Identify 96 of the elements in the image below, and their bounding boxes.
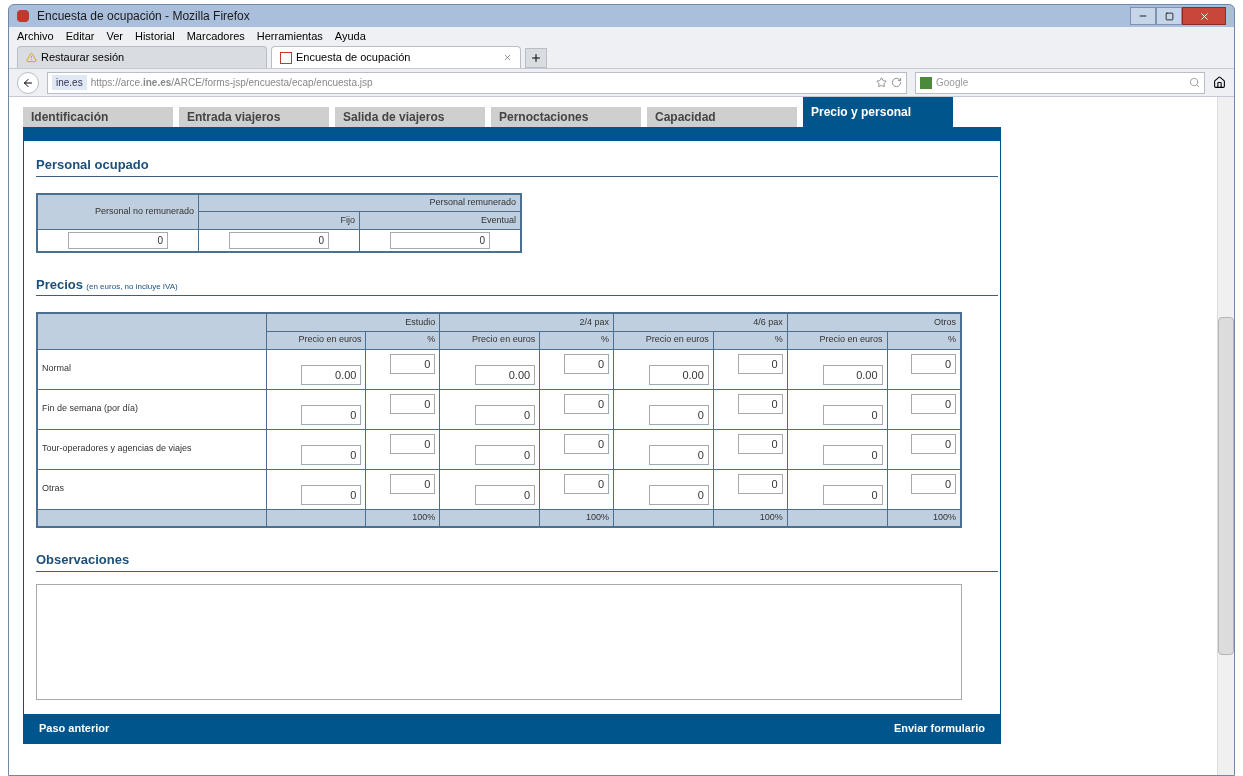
number-field[interactable]: 0: [911, 433, 956, 454]
number-field[interactable]: 0: [564, 353, 610, 374]
menu-item[interactable]: Ver: [106, 27, 123, 45]
column-header: Precio en euros: [439, 331, 540, 349]
number-field[interactable]: 0: [475, 404, 536, 425]
column-header: %: [539, 331, 614, 349]
number-field[interactable]: 0.00: [301, 364, 362, 385]
number-field[interactable]: 0: [911, 393, 956, 414]
number-field[interactable]: 0: [737, 393, 783, 414]
reload-icon[interactable]: [891, 77, 902, 88]
number-field[interactable]: 0: [390, 433, 436, 454]
search-engine-icon: [920, 76, 932, 89]
column-header: Precio en euros: [787, 331, 888, 349]
number-field[interactable]: 0: [475, 484, 536, 505]
menu-item[interactable]: Historial: [134, 27, 175, 45]
browser-tab[interactable]: Restaurar sesión: [17, 46, 267, 68]
warning-icon: [26, 52, 37, 63]
number-field[interactable]: 0: [229, 231, 329, 249]
scrollbar-thumb[interactable]: [1218, 317, 1234, 655]
number-field[interactable]: 0.00: [475, 364, 536, 385]
number-field[interactable]: 0: [301, 404, 362, 425]
menu-item[interactable]: Herramientas: [256, 27, 323, 45]
plus-icon: [530, 52, 542, 64]
number-field[interactable]: 0: [564, 473, 610, 494]
number-field[interactable]: 0: [564, 433, 610, 454]
browser-tab[interactable]: Encuesta de ocupación: [271, 46, 521, 68]
checkbox-icon: [280, 51, 292, 64]
back-arrow-icon: [22, 76, 34, 89]
close-button[interactable]: [1182, 7, 1226, 25]
column-header: Fijo: [198, 211, 360, 230]
menu-item[interactable]: Ayuda: [334, 27, 366, 45]
page-tab[interactable]: Entrada viajeros: [179, 107, 329, 127]
column-header: %: [713, 331, 788, 349]
section-title: Observaciones: [36, 550, 998, 572]
address-field[interactable]: ine.es https://arce.ine.es/ARCE/forms-jsp/encuesta/ecap/encuesta.jsp: [47, 71, 907, 94]
number-field[interactable]: 0: [564, 393, 610, 414]
number-field[interactable]: 0: [301, 444, 362, 465]
menu-item[interactable]: Archivo: [17, 27, 54, 45]
page-tab[interactable]: Precio y personal: [803, 97, 953, 127]
page-tab[interactable]: Identificación: [23, 107, 173, 127]
app-icon: [17, 10, 29, 22]
new-tab-button[interactable]: [525, 48, 547, 68]
number-field[interactable]: 0: [822, 444, 883, 465]
number-field[interactable]: 0: [822, 484, 883, 505]
number-field[interactable]: 0: [390, 353, 436, 374]
number-field[interactable]: 0: [301, 484, 362, 505]
number-field[interactable]: 0: [911, 353, 956, 374]
star-icon[interactable]: [876, 77, 887, 88]
close-icon[interactable]: [503, 53, 512, 62]
maximize-icon: [1164, 11, 1174, 21]
number-field[interactable]: 0: [68, 231, 168, 249]
page-tab[interactable]: Pernoctaciones: [491, 107, 641, 127]
column-header: %: [365, 331, 440, 349]
home-icon[interactable]: [1213, 76, 1226, 89]
column-header: Estudio: [266, 313, 440, 331]
back-button[interactable]: [17, 71, 39, 94]
number-field[interactable]: 0: [390, 231, 490, 249]
close-icon: [1198, 10, 1210, 22]
column-header: Precio en euros: [613, 331, 714, 349]
number-field[interactable]: 0: [737, 433, 783, 454]
number-field[interactable]: 0: [648, 444, 709, 465]
site-identity[interactable]: ine.es: [52, 75, 87, 90]
menu-item[interactable]: Editar: [65, 27, 95, 45]
column-header: Personal no remunerado: [37, 193, 199, 230]
minimize-button[interactable]: [1130, 7, 1156, 25]
row-label: Normal: [37, 349, 267, 389]
number-field[interactable]: 0: [911, 473, 956, 494]
section-title: Personal ocupado: [36, 155, 998, 177]
scrollbar[interactable]: [1217, 97, 1234, 775]
previous-step-link[interactable]: Paso anterior: [39, 720, 110, 737]
number-field[interactable]: 0: [475, 444, 536, 465]
number-field[interactable]: 0: [737, 473, 783, 494]
row-label: Fin de semana (por día): [37, 389, 267, 429]
column-header: 4/6 pax: [613, 313, 788, 331]
number-field[interactable]: 0: [737, 353, 783, 374]
row-label: Otras: [37, 469, 267, 509]
page-tab[interactable]: Salida de viajeros: [335, 107, 485, 127]
row-label: Tour-operadores y agencias de viajes: [37, 429, 267, 469]
url-text: https://arce.ine.es/ARCE/forms-jsp/encuesta/ecap/encuesta.jsp: [90, 76, 373, 90]
menu-item[interactable]: Marcadores: [186, 27, 245, 45]
number-field[interactable]: 0: [822, 404, 883, 425]
maximize-button[interactable]: [1156, 7, 1182, 25]
section-title: Precios (en euros, no incluye IVA): [36, 274, 998, 296]
number-field[interactable]: 0: [390, 473, 436, 494]
number-field[interactable]: 0.00: [648, 364, 709, 385]
column-header: Precio en euros: [266, 331, 366, 349]
comments-field[interactable]: [36, 583, 962, 700]
search-icon[interactable]: [1189, 77, 1200, 88]
number-field[interactable]: 0: [648, 484, 709, 505]
submit-link[interactable]: Enviar formulario: [893, 720, 985, 737]
page-tab[interactable]: Capacidad: [647, 107, 797, 127]
number-field[interactable]: 0.00: [822, 364, 883, 385]
number-field[interactable]: 0: [390, 393, 436, 414]
number-field[interactable]: 0: [648, 404, 709, 425]
column-header: 2/4 pax: [439, 313, 614, 331]
window-title: Encuesta de ocupación - Mozilla Firefox: [37, 8, 250, 25]
